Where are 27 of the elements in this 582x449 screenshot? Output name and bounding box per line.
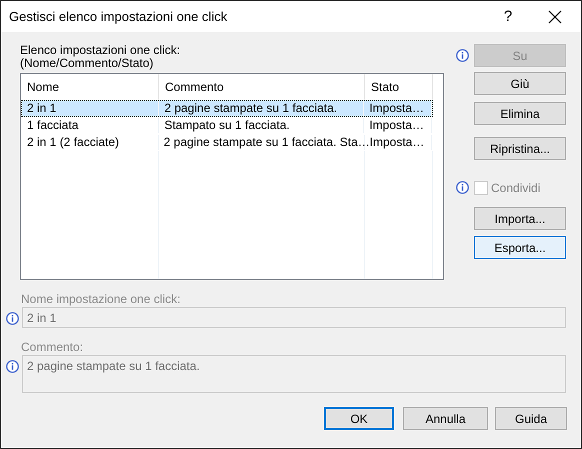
side-button[interactable]: Elimina: [474, 102, 566, 125]
dialog-button[interactable]: Annulla: [403, 407, 488, 430]
table-cell: 1 facciata: [22, 118, 160, 133]
side-button[interactable]: Giù: [474, 72, 566, 95]
list-label: Elenco impostazioni one click:: [20, 44, 182, 57]
side-button[interactable]: Importa...: [474, 207, 566, 230]
dialog-button[interactable]: OK: [324, 407, 394, 430]
side-button[interactable]: Esporta...: [474, 236, 566, 259]
info-icon[interactable]: [6, 360, 19, 373]
table-cell: Imposta…: [364, 101, 432, 116]
info-icon[interactable]: [6, 312, 19, 325]
table-cell: Imposta…: [364, 118, 432, 133]
list-row[interactable]: 1 facciata Stampato su 1 facciata. Imposta…: [21, 117, 433, 134]
list-row[interactable]: 2 in 1 (2 facciate) 2 pagine stampate su 1 facciata. Sta…Imposta…: [21, 134, 433, 151]
settings-list[interactable]: Nome Commento Stato 2 in 1 2 pagine stampate su 1 facciata. Imposta… 1 facciata Stampato su 1 facciata. Imposta… 2 in 1 (2 facciate) 2 pagine stampate su 1 facciata. Sta…Imposta…: [20, 73, 444, 280]
table-cell: 2 pagine stampate su 1 facciata.: [159, 101, 364, 116]
field-label: Nome impostazione one click:: [21, 293, 182, 306]
help-button[interactable]: ?: [493, 6, 523, 26]
table-cell: 2 in 1 (2 facciate): [22, 135, 159, 150]
side-button[interactable]: Ripristina...: [474, 137, 566, 160]
window-title: Gestisci elenco impostazioni one click: [8, 9, 228, 24]
dialog-button[interactable]: Guida: [495, 407, 567, 430]
list-label: (Nome/Commento/Stato): [20, 57, 154, 70]
table-cell: Stampato su 1 facciata.: [159, 118, 364, 133]
field-label: Commento:: [21, 341, 84, 354]
list-row[interactable]: 2 in 1 2 pagine stampate su 1 facciata. Imposta…: [21, 100, 433, 117]
table-cell: 2 in 1: [22, 101, 160, 116]
